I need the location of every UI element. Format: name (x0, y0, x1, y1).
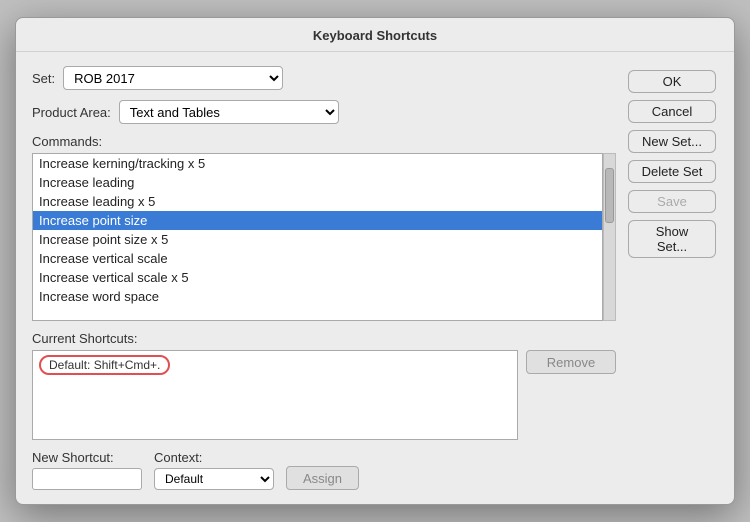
show-set-button[interactable]: Show Set... (628, 220, 716, 258)
new-shortcut-input[interactable] (32, 468, 142, 490)
context-select[interactable]: Default (154, 468, 274, 490)
product-area-select[interactable]: Text and Tables (119, 100, 339, 124)
commands-list[interactable]: Increase kerning/tracking x 5Increase le… (32, 153, 603, 321)
shortcuts-remove-row: Default: Shift+Cmd+. Remove (32, 350, 616, 440)
scrollbar[interactable] (603, 153, 616, 321)
product-area-label: Product Area: (32, 105, 111, 120)
list-item[interactable]: Increase vertical scale (33, 249, 602, 268)
delete-set-button[interactable]: Delete Set (628, 160, 716, 183)
commands-list-wrapper: Increase kerning/tracking x 5Increase le… (32, 153, 616, 321)
set-label: Set: (32, 71, 55, 86)
keyboard-shortcuts-dialog: Keyboard Shortcuts Set: ROB 2017 Product… (15, 17, 735, 505)
list-item[interactable]: Increase leading x 5 (33, 192, 602, 211)
context-group: Context: Default (154, 450, 274, 490)
bottom-row: New Shortcut: Context: Default Assign (32, 450, 616, 490)
context-label: Context: (154, 450, 274, 465)
new-shortcut-group: New Shortcut: (32, 450, 142, 490)
list-item[interactable]: Increase kerning/tracking x 5 (33, 154, 602, 173)
set-select[interactable]: ROB 2017 (63, 66, 283, 90)
ok-button[interactable]: OK (628, 70, 716, 93)
shortcut-badge: Default: Shift+Cmd+. (39, 355, 170, 375)
save-button[interactable]: Save (628, 190, 716, 213)
set-row: Set: ROB 2017 (32, 66, 616, 90)
list-item[interactable]: Increase point size (33, 211, 602, 230)
commands-label: Commands: (32, 134, 616, 149)
current-shortcuts-label: Current Shortcuts: (32, 331, 616, 346)
right-panel: OK Cancel New Set... Delete Set Save Sho… (628, 66, 718, 490)
assign-button[interactable]: Assign (286, 466, 359, 490)
list-item[interactable]: Increase leading (33, 173, 602, 192)
list-item[interactable]: Increase point size x 5 (33, 230, 602, 249)
new-set-button[interactable]: New Set... (628, 130, 716, 153)
scroll-thumb[interactable] (605, 168, 614, 223)
shortcuts-area: Default: Shift+Cmd+. (32, 350, 518, 440)
list-item[interactable]: Increase word space (33, 287, 602, 306)
left-panel: Set: ROB 2017 Product Area: Text and Tab… (32, 66, 616, 490)
cancel-button[interactable]: Cancel (628, 100, 716, 123)
dialog-title: Keyboard Shortcuts (16, 18, 734, 52)
remove-button[interactable]: Remove (526, 350, 616, 374)
new-shortcut-label: New Shortcut: (32, 450, 142, 465)
product-area-row: Product Area: Text and Tables (32, 100, 616, 124)
list-item[interactable]: Increase vertical scale x 5 (33, 268, 602, 287)
